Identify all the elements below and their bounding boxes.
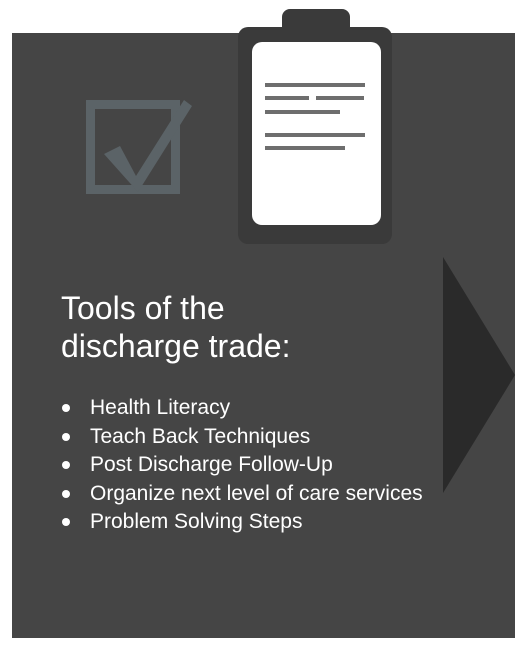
list-item: Teach Back Techniques (62, 423, 432, 452)
clipboard-line (265, 133, 365, 137)
clipboard-line (265, 146, 345, 150)
list-item: Organize next level of care services (62, 480, 432, 509)
list-item-text: Health Literacy (90, 396, 231, 419)
clipboard-line (316, 96, 364, 100)
bullet-icon (62, 518, 70, 526)
list-item: Health Literacy (62, 394, 432, 423)
page-title: Tools of the discharge trade: (61, 289, 401, 365)
list-item-text: Organize next level of care services (90, 481, 423, 505)
list-item: Post Discharge Follow-Up (62, 451, 432, 480)
list-item-text: Post Discharge Follow-Up (90, 453, 333, 476)
graphic-stage: Tools of the discharge trade: Health Lit… (0, 0, 515, 659)
arrow-right-icon (443, 257, 515, 493)
checkmark-icon (104, 100, 192, 192)
title-line-2: discharge trade: (61, 328, 291, 364)
bullet-icon (62, 489, 70, 498)
clipboard-line (265, 110, 340, 114)
bullet-icon (62, 404, 70, 412)
clipboard-line (265, 83, 365, 87)
list-item-text: Problem Solving Steps (90, 510, 303, 533)
title-line-1: Tools of the (61, 290, 225, 326)
bullet-icon (62, 461, 70, 469)
bullet-list: Health Literacy Teach Back Techniques Po… (62, 394, 432, 537)
list-item: Problem Solving Steps (62, 508, 432, 537)
bullet-icon (62, 432, 70, 441)
list-item-text: Teach Back Techniques (90, 424, 311, 448)
clipboard-line (265, 96, 309, 100)
